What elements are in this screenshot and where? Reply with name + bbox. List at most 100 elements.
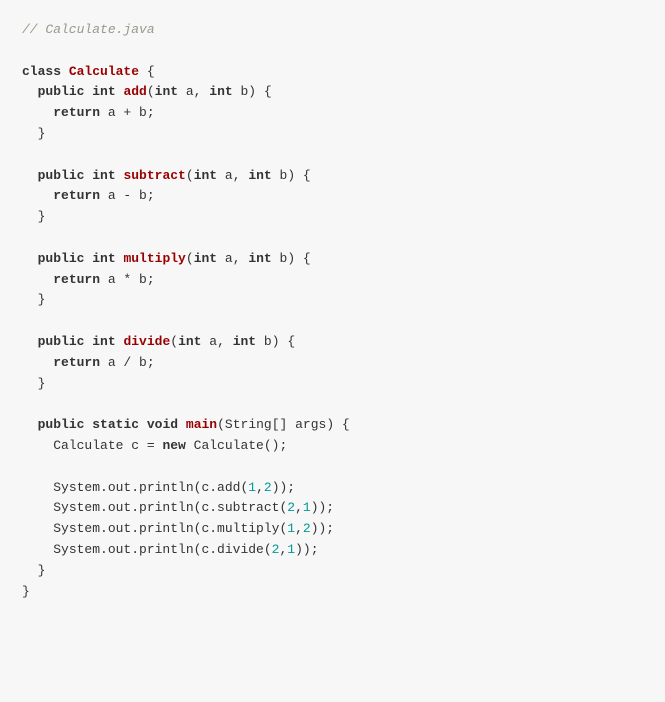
param-b: b) {: [256, 334, 295, 349]
indent: [22, 542, 53, 557]
indent: [22, 521, 53, 536]
indent: [22, 417, 38, 432]
call: subtract(: [217, 500, 287, 515]
indent: [22, 334, 38, 349]
indent: [22, 209, 38, 224]
type-int: int: [92, 168, 115, 183]
indent: [22, 251, 38, 266]
call: add(: [217, 480, 248, 495]
brace: }: [38, 376, 46, 391]
keyword-public: public: [38, 334, 85, 349]
number: 1: [287, 521, 295, 536]
keyword-return: return: [53, 105, 100, 120]
method-add: add: [123, 84, 146, 99]
type-int: int: [194, 251, 217, 266]
indent: [22, 272, 53, 287]
indent: [22, 355, 53, 370]
indent: [22, 84, 38, 99]
type-int: int: [155, 84, 178, 99]
param-b: b) {: [233, 84, 272, 99]
type-int: int: [92, 251, 115, 266]
paren: (: [186, 251, 194, 266]
print: System.out.println(c.: [53, 521, 217, 536]
method-divide: divide: [123, 334, 170, 349]
paren: (: [186, 168, 194, 183]
number: 2: [303, 521, 311, 536]
indent: [22, 126, 38, 141]
keyword-return: return: [53, 355, 100, 370]
indent: [22, 292, 38, 307]
close: ));: [295, 542, 318, 557]
param-a: a,: [217, 168, 248, 183]
class-name: Calculate: [69, 64, 139, 79]
decl: Calculate c =: [53, 438, 162, 453]
keyword-public: public: [38, 417, 85, 432]
method-main: main: [186, 417, 217, 432]
indent: [22, 438, 53, 453]
call: multiply(: [217, 521, 287, 536]
keyword-static: static: [92, 417, 139, 432]
comma: ,: [295, 500, 303, 515]
print: System.out.println(c.: [53, 480, 217, 495]
type-int: int: [92, 84, 115, 99]
main-sig: (String[] args) {: [217, 417, 350, 432]
type-int: int: [248, 251, 271, 266]
brace: }: [38, 292, 46, 307]
close: ));: [272, 480, 295, 495]
expr: a + b;: [100, 105, 155, 120]
param-a: a,: [178, 84, 209, 99]
type-int: int: [248, 168, 271, 183]
number: 1: [303, 500, 311, 515]
param-b: b) {: [272, 168, 311, 183]
paren: (: [170, 334, 178, 349]
number: 1: [248, 480, 256, 495]
method-multiply: multiply: [123, 251, 185, 266]
keyword-public: public: [38, 251, 85, 266]
comma: ,: [256, 480, 264, 495]
brace: }: [38, 209, 46, 224]
param-b: b) {: [272, 251, 311, 266]
indent: [22, 500, 53, 515]
close: ));: [311, 521, 334, 536]
decl: Calculate();: [186, 438, 287, 453]
keyword-public: public: [38, 168, 85, 183]
param-a: a,: [217, 251, 248, 266]
type-int: int: [92, 334, 115, 349]
brace: }: [38, 563, 46, 578]
comma: ,: [295, 521, 303, 536]
comment-line: // Calculate.java: [22, 22, 155, 37]
number: 2: [287, 500, 295, 515]
expr: a - b;: [100, 188, 155, 203]
paren: (: [147, 84, 155, 99]
indent: [22, 105, 53, 120]
keyword-return: return: [53, 188, 100, 203]
expr: a / b;: [100, 355, 155, 370]
indent: [22, 563, 38, 578]
keyword-void: void: [147, 417, 178, 432]
type-int: int: [194, 168, 217, 183]
type-int: int: [209, 84, 232, 99]
print: System.out.println(c.: [53, 542, 217, 557]
type-int: int: [233, 334, 256, 349]
type-int: int: [178, 334, 201, 349]
close: ));: [311, 500, 334, 515]
number: 1: [287, 542, 295, 557]
param-a: a,: [201, 334, 232, 349]
print: System.out.println(c.: [53, 500, 217, 515]
indent: [22, 480, 53, 495]
keyword-new: new: [162, 438, 185, 453]
indent: [22, 168, 38, 183]
brace: {: [139, 64, 155, 79]
brace: }: [22, 584, 30, 599]
indent: [22, 376, 38, 391]
method-subtract: subtract: [123, 168, 185, 183]
indent: [22, 188, 53, 203]
keyword-return: return: [53, 272, 100, 287]
brace: }: [38, 126, 46, 141]
number: 2: [264, 480, 272, 495]
code-block: // Calculate.java class Calculate { publ…: [22, 20, 643, 602]
keyword-class: class: [22, 64, 61, 79]
keyword-public: public: [38, 84, 85, 99]
call: divide(: [217, 542, 272, 557]
expr: a * b;: [100, 272, 155, 287]
